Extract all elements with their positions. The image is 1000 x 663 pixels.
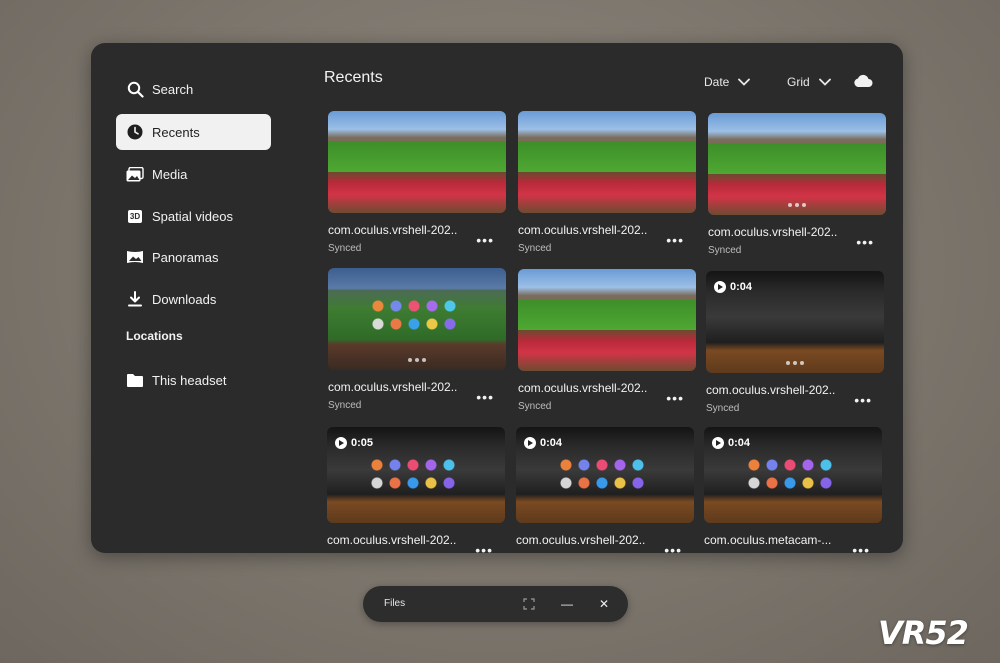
page-title: Recents (324, 69, 383, 86)
window-taskbar: Files — ✕ (363, 586, 628, 622)
locations-heading: Locations (126, 329, 183, 343)
play-icon (712, 437, 724, 449)
sidebar-item-this-headset[interactable]: This headset (116, 362, 271, 398)
main-content: Recents Date Grid com.oculus.vrshell-202… (316, 43, 903, 553)
file-name: com.oculus.vrshell-202.. (706, 383, 836, 397)
media-tile[interactable]: 0:05 com.oculus.vrshell-202.. ••• (327, 427, 505, 553)
more-options-button[interactable]: ••• (475, 543, 493, 553)
watermark-logo: VR52 (878, 614, 969, 652)
folder-icon (126, 371, 144, 389)
file-name: com.oculus.vrshell-202.. (328, 223, 458, 237)
app-grid (368, 298, 468, 336)
app-grid (744, 457, 844, 495)
sidebar-item-search[interactable]: Search (116, 71, 271, 107)
sidebar-item-label: This headset (152, 372, 227, 388)
sidebar-item-label: Panoramas (152, 249, 219, 265)
media-tile[interactable]: 0:04 com.oculus.vrshell-202.. ••• (516, 427, 694, 553)
more-options-button[interactable]: ••• (852, 543, 870, 553)
close-button[interactable]: ✕ (596, 596, 612, 612)
sidebar-item-label: Spatial videos (152, 208, 233, 224)
play-icon (524, 437, 536, 449)
page-indicator (408, 358, 426, 362)
sidebar-item-recents[interactable]: Recents (116, 114, 271, 150)
media-tile[interactable]: 0:04 com.oculus.metacam-... ••• (704, 427, 882, 553)
sidebar: Search Recents Media 3D Spatial videos P… (91, 43, 291, 553)
media-tile[interactable]: com.oculus.vrshell-202.. Synced ••• (518, 111, 696, 254)
sidebar-item-label: Search (152, 81, 194, 97)
sidebar-item-label: Downloads (152, 291, 217, 307)
clock-icon (126, 123, 144, 141)
video-duration: 0:04 (714, 281, 752, 293)
more-options-button[interactable]: ••• (666, 391, 684, 405)
play-icon (335, 437, 347, 449)
file-name: com.oculus.vrshell-202.. (327, 533, 457, 547)
search-icon (126, 80, 144, 98)
photos-icon (126, 165, 144, 183)
file-name: com.oculus.metacam-... (704, 533, 832, 547)
chevron-down-icon (818, 78, 831, 86)
sort-label: Date (704, 75, 730, 89)
thumbnail[interactable]: 0:05 (327, 427, 505, 523)
download-icon (126, 290, 144, 308)
thumbnail[interactable]: 0:04 (704, 427, 882, 523)
sidebar-item-label: Recents (152, 124, 200, 140)
3d-icon: 3D (127, 209, 143, 223)
duration-text: 0:04 (540, 437, 563, 449)
video-duration: 0:05 (335, 437, 373, 449)
file-name: com.oculus.vrshell-202.. (328, 380, 458, 394)
file-name: com.oculus.vrshell-202.. (708, 225, 838, 239)
file-name: com.oculus.vrshell-202.. (518, 223, 648, 237)
page-indicator (786, 361, 804, 365)
media-tile[interactable]: com.oculus.vrshell-202.. Synced ••• (328, 111, 506, 254)
sidebar-item-spatial-videos[interactable]: 3D Spatial videos (116, 198, 271, 234)
video-duration: 0:04 (712, 437, 750, 449)
media-tile[interactable]: 0:04 com.oculus.vrshell-202.. Synced ••• (706, 271, 884, 414)
file-name: com.oculus.vrshell-202.. (518, 381, 648, 395)
panorama-icon (126, 248, 144, 266)
duration-text: 0:04 (728, 437, 751, 449)
thumbnail[interactable] (328, 268, 506, 370)
duration-text: 0:05 (351, 437, 374, 449)
media-tile[interactable]: com.oculus.vrshell-202.. Synced ••• (708, 113, 886, 256)
more-options-button[interactable]: ••• (664, 543, 682, 553)
expand-icon (523, 598, 535, 610)
thumbnail[interactable] (708, 113, 886, 215)
file-name: com.oculus.vrshell-202.. (516, 533, 646, 547)
cloud-icon[interactable] (853, 74, 873, 93)
app-grid (556, 457, 656, 495)
more-options-button[interactable]: ••• (476, 390, 494, 404)
thumbnail[interactable] (328, 111, 506, 213)
view-label: Grid (787, 75, 810, 89)
expand-button[interactable] (521, 596, 537, 612)
sort-dropdown[interactable]: Date (704, 75, 751, 89)
media-tile[interactable]: com.oculus.vrshell-202.. Synced ••• (328, 268, 506, 411)
app-grid (367, 457, 467, 495)
files-window: Search Recents Media 3D Spatial videos P… (91, 43, 903, 553)
media-tile[interactable]: com.oculus.vrshell-202.. Synced ••• (518, 269, 696, 412)
thumbnail[interactable]: 0:04 (516, 427, 694, 523)
sidebar-item-panoramas[interactable]: Panoramas (116, 239, 271, 275)
more-options-button[interactable]: ••• (854, 393, 872, 407)
more-options-button[interactable]: ••• (476, 233, 494, 247)
sidebar-item-downloads[interactable]: Downloads (116, 281, 271, 317)
view-dropdown[interactable]: Grid (787, 75, 831, 89)
thumbnail[interactable] (518, 269, 696, 371)
minimize-button[interactable]: — (559, 596, 575, 612)
thumbnail[interactable] (518, 111, 696, 213)
more-options-button[interactable]: ••• (666, 233, 684, 247)
play-icon (714, 281, 726, 293)
thumbnail[interactable]: 0:04 (706, 271, 884, 373)
chevron-down-icon (738, 78, 751, 86)
duration-text: 0:04 (730, 281, 753, 293)
more-options-button[interactable]: ••• (856, 235, 874, 249)
video-duration: 0:04 (524, 437, 562, 449)
sidebar-item-label: Media (152, 166, 188, 182)
app-name: Files (384, 598, 406, 609)
page-indicator (788, 203, 806, 207)
sidebar-item-media[interactable]: Media (116, 156, 271, 192)
